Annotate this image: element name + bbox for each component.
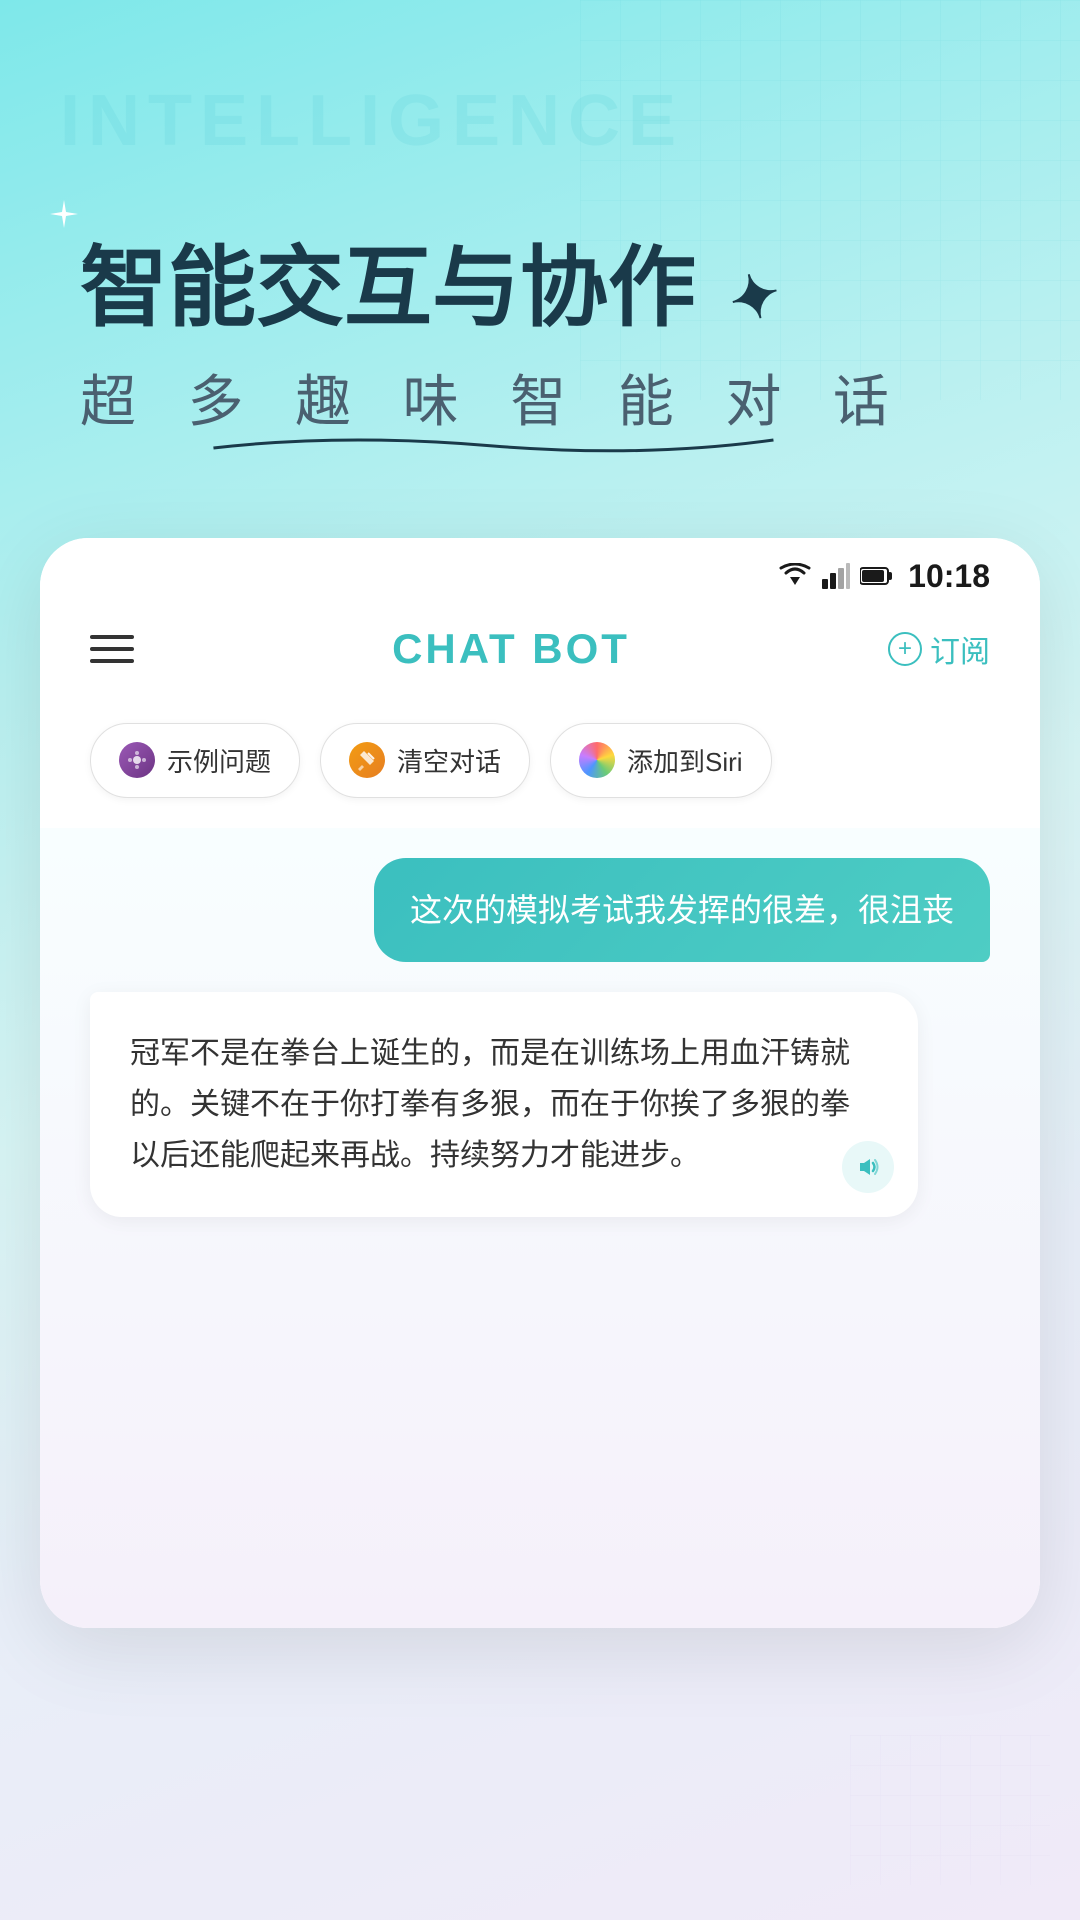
sparkle-icon (50, 200, 78, 233)
app-title: CHAT BOT (392, 625, 630, 673)
bot-message: 冠军不是在拳台上诞生的，而是在训练场上用血汗铸就的。关键不在于你打拳有多狠，而在… (90, 992, 990, 1217)
subscribe-button[interactable]: + 订阅 (888, 627, 990, 671)
siri-icon (579, 742, 615, 778)
examples-button[interactable]: 示例问题 (90, 723, 300, 798)
bg-decoration-bottom (850, 1735, 1050, 1890)
clear-icon (349, 742, 385, 778)
quick-actions-bar: 示例问题 清空对话 添加到Siri (40, 703, 1040, 828)
user-bubble: 这次的模拟考试我发挥的很差，很沮丧 (374, 858, 990, 962)
status-time: 10:18 (908, 558, 990, 595)
wifi-icon (778, 563, 812, 589)
hamburger-menu-button[interactable] (90, 635, 134, 663)
speaker-icon (854, 1153, 882, 1181)
signal-icon (822, 563, 850, 589)
status-bar: 10:18 (40, 538, 1040, 605)
examples-icon (119, 742, 155, 778)
siri-button[interactable]: 添加到Siri (550, 723, 772, 798)
audio-button[interactable] (842, 1141, 894, 1193)
app-header: CHAT BOT + 订阅 (40, 605, 1040, 703)
watermark-text: INTELLIGENCE (60, 80, 684, 162)
battery-icon (860, 566, 894, 586)
clear-button[interactable]: 清空对话 (320, 723, 530, 798)
subtitle-wrapper: 超 多 趣 味 智 能 对 话 (80, 357, 907, 438)
subtitle-underline (80, 428, 907, 458)
subtitle: 超 多 趣 味 智 能 对 话 (80, 357, 907, 438)
main-title: 智能交互与协作 ✦ (80, 240, 781, 337)
star-icon: ✦ (723, 260, 789, 337)
hero-section: INTELLIGENCE 智能交互与协作 ✦ 超 多 趣 味 智 能 对 话 (0, 0, 1080, 478)
status-icons (778, 563, 894, 589)
user-message: 这次的模拟考试我发挥的很差，很沮丧 (90, 858, 990, 962)
plus-circle-icon: + (888, 632, 922, 666)
chat-area: 这次的模拟考试我发挥的很差，很沮丧 冠军不是在拳台上诞生的，而是在训练场上用血汗… (40, 828, 1040, 1628)
bot-bubble: 冠军不是在拳台上诞生的，而是在训练场上用血汗铸就的。关键不在于你打拳有多狠，而在… (90, 992, 918, 1217)
phone-mockup: 10:18 CHAT BOT + 订阅 示例问题 (40, 538, 1040, 1628)
